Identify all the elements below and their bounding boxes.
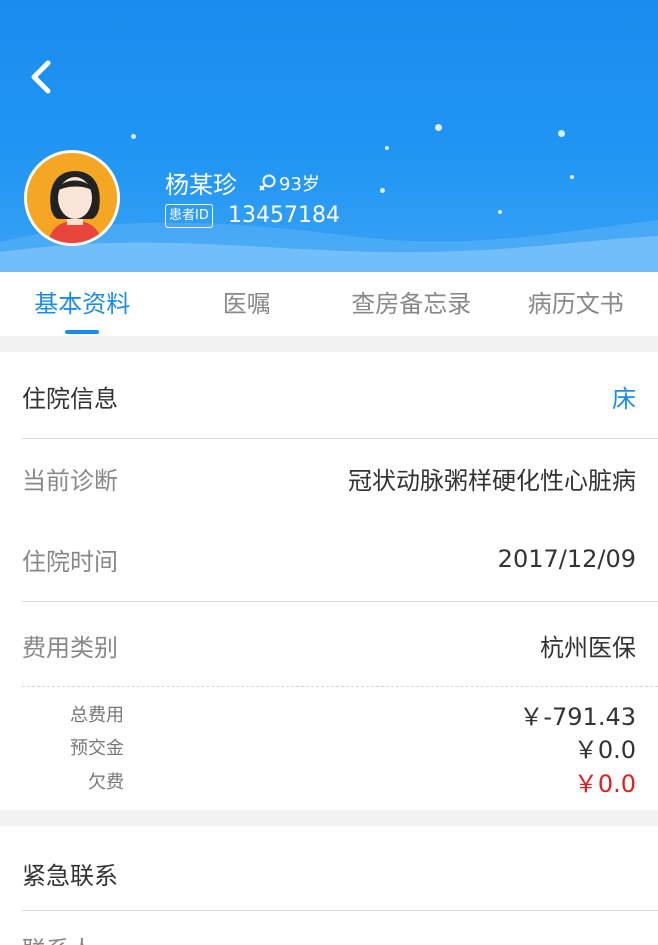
admission-title: 住院信息 [22,384,118,413]
decor-star [558,130,565,137]
fee-type-row: 费用类别 杭州医保 [22,627,636,663]
total-fee-label: 总费用 [70,705,124,726]
bed-link[interactable]: 床 [612,379,636,414]
tab-medical-records[interactable]: 病历文书 [494,272,658,336]
deposit-value: ￥0.0 [573,735,636,764]
decor-star [131,134,136,139]
admission-card: 住院信息 床 当前诊断 冠状动脉粥样硬化性心脏病 住院时间 2017/12/09… [0,352,658,810]
tab-ward-round-memo[interactable]: 查房备忘录 [329,272,494,336]
diagnosis-row: 当前诊断 冠状动脉粥样硬化性心脏病 [22,460,636,496]
emergency-title: 紧急联系 [22,862,118,890]
patient-name: 杨某珍 [165,171,237,199]
fee-type-value: 杭州医保 [540,633,636,662]
patient-header: 杨某珍 93岁 患者ID 13457184 [0,0,658,272]
decor-star [385,146,389,150]
arrears-row: 欠费 ￥0.0 [22,766,636,798]
diagnosis-value: 冠状动脉粥样硬化性心脏病 [348,466,636,495]
admit-time-label: 住院时间 [22,547,118,576]
back-button[interactable] [22,55,62,99]
fee-type-label: 费用类别 [22,633,118,662]
decor-star [435,124,442,131]
avatar [24,150,120,246]
admission-header-row: 住院信息 床 [22,378,636,414]
arrears-label: 欠费 [88,772,124,793]
female-icon [259,174,276,191]
patient-id: 13457184 [228,203,340,228]
gender-age: 93岁 [257,170,320,196]
decor-star [570,175,574,179]
decor-star [380,188,385,193]
admit-time-row: 住院时间 2017/12/09 [22,541,636,577]
patient-age: 93岁 [279,174,320,195]
tab-basic-info[interactable]: 基本资料 [0,272,165,336]
deposit-row: 预交金 ￥0.0 [22,732,636,764]
arrears-value: ￥0.0 [573,769,636,798]
dashed-divider [22,686,658,687]
tab-orders[interactable]: 医嘱 [165,272,330,336]
total-fee-row: 总费用 ￥-791.43 [22,699,636,731]
emergency-contact-label: 联系人 [22,930,94,945]
divider [22,910,658,911]
emergency-card: 紧急联系 联系人 [0,826,658,945]
divider [22,601,658,602]
admit-time-value: 2017/12/09 [497,545,636,573]
tab-bar: 基本资料 医嘱 查房备忘录 病历文书 [0,272,658,336]
patient-id-label: 患者ID [165,204,213,228]
deposit-label: 预交金 [70,738,124,759]
total-fee-value: ￥-791.43 [519,702,636,731]
divider [22,438,658,439]
diagnosis-label: 当前诊断 [22,466,118,495]
back-arrow-icon [31,60,51,94]
